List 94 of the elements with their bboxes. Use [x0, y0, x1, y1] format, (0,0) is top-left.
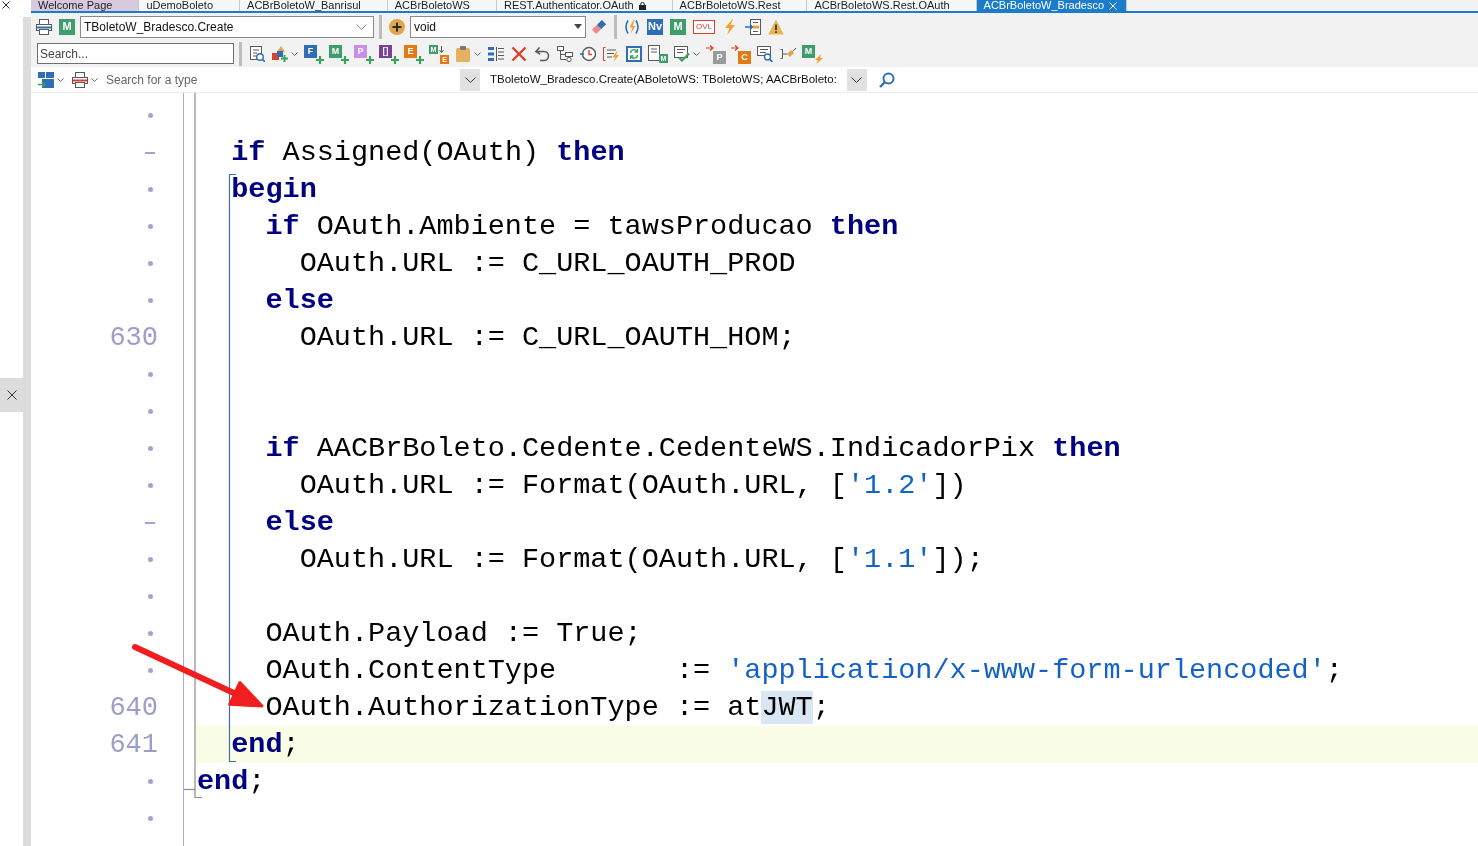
- dot-icon: [148, 261, 153, 266]
- code-line: if AACBrBoleto.Cedente.CedenteWS.IndicadorPix then: [265, 432, 1121, 465]
- plus-icon: [316, 55, 324, 64]
- dropdown-button[interactable]: [460, 68, 480, 91]
- bolt-tile-button[interactable]: M: [801, 42, 823, 65]
- dot-icon: [148, 372, 153, 377]
- code-line: OAuth.AuthorizationType := atJWT;: [265, 691, 830, 724]
- plug-icon: [780, 45, 796, 62]
- close-icon: [1109, 1, 1118, 10]
- lightning-icon: [722, 18, 738, 35]
- comment-search-icon: [757, 45, 773, 62]
- dash-icon: [145, 151, 155, 154]
- dash-icon: [145, 521, 155, 524]
- arrow-icon: [439, 45, 444, 53]
- dot-icon: [148, 483, 153, 488]
- eraser-icon: [591, 18, 607, 35]
- parentheses-lightning-icon: [624, 18, 640, 35]
- line-number: 641: [109, 729, 158, 760]
- printer-icon: [36, 18, 52, 35]
- list-icon: [488, 45, 504, 62]
- warning-icon: [768, 18, 784, 35]
- plus-icon: [391, 55, 399, 64]
- refresh-icon: [626, 45, 642, 62]
- type-combo[interactable]: void: [410, 15, 586, 38]
- caret-icon: [693, 51, 700, 56]
- dot-icon: [148, 631, 153, 636]
- arrow-icon: [706, 44, 714, 51]
- close-icon: [2, 1, 10, 9]
- caret-icon: [57, 77, 64, 82]
- shapes-add-icon: [272, 45, 288, 62]
- code-line: begin: [231, 173, 317, 206]
- method-combo[interactable]: TBoletoW_Bradesco.Create: [80, 15, 374, 38]
- dot-icon: [148, 409, 153, 414]
- close-icon: [6, 390, 17, 400]
- search-icon: [878, 71, 895, 88]
- member-combo[interactable]: TBoletoW_Bradesco.Create(ABoletoWS: TBoletoWS; AACBrBoleto:: [484, 68, 843, 91]
- line-number: 640: [109, 692, 158, 723]
- caret-icon: [356, 23, 367, 30]
- caret-icon: [91, 77, 98, 82]
- code-line: else: [265, 506, 334, 539]
- import-document-icon: [745, 18, 761, 35]
- dot-icon: [148, 187, 153, 192]
- document-icon: [648, 44, 660, 61]
- add-circle-icon: [389, 18, 405, 35]
- plus-icon: [366, 55, 374, 64]
- add-tile-button[interactable]: M: [328, 42, 350, 65]
- dropdown-button[interactable]: [846, 68, 867, 91]
- add-tile-button[interactable]: E: [403, 42, 425, 65]
- layout-icon: [38, 71, 54, 88]
- dot-icon: [148, 298, 153, 303]
- lightning-icon: [815, 53, 823, 64]
- caret-icon: [574, 24, 582, 29]
- letter-tile: M: [59, 18, 75, 35]
- dot-icon: [148, 594, 153, 599]
- dot-icon: [148, 779, 153, 784]
- list-lightning-icon: [603, 45, 619, 62]
- dot-icon: [148, 446, 153, 451]
- code-line: OAuth.URL := Format(OAuth.URL, ['1.1']);: [299, 543, 984, 576]
- add-tile-button[interactable]: []: [378, 42, 400, 65]
- dot-icon: [148, 816, 153, 821]
- caret-icon: [474, 51, 481, 56]
- dot-icon: [148, 113, 153, 118]
- arrow-icon: [731, 44, 739, 51]
- code-line: OAuth.Payload := True;: [265, 617, 642, 650]
- clipboard-icon: [455, 45, 471, 62]
- code-line: if OAuth.Ambiente = tawsProducao then: [265, 210, 899, 243]
- tree-icon: [557, 45, 573, 62]
- dot-icon: [148, 668, 153, 673]
- undo-icon: [534, 45, 550, 62]
- code-line: if Assigned(OAuth) then: [231, 136, 625, 169]
- caret-icon: [291, 51, 298, 56]
- code-line: end;: [231, 728, 300, 761]
- check-document-icon: [674, 45, 690, 62]
- code-line: OAuth.URL := Format(OAuth.URL, ['1.2']): [299, 469, 967, 502]
- history-icon: [580, 45, 596, 62]
- caret-icon: [464, 76, 476, 83]
- line-number: 630: [109, 322, 158, 353]
- add-tile-button[interactable]: F: [303, 42, 325, 65]
- dot-icon: [148, 224, 153, 229]
- document-search-icon: [249, 45, 265, 62]
- arrow-tile-button[interactable]: C: [730, 42, 752, 65]
- code-line: else: [265, 284, 334, 317]
- code-line: OAuth.ContentType := 'application/x-www-form-urlencoded';: [265, 654, 1343, 687]
- code-line: OAuth.URL := C_URL_OAUTH_HOM;: [299, 321, 796, 354]
- caret-icon: [851, 76, 863, 83]
- code-line: end;: [197, 765, 266, 798]
- dot-icon: [148, 557, 153, 562]
- arrow-tile-button[interactable]: P: [705, 42, 727, 65]
- plus-icon: [416, 55, 424, 64]
- printer-icon: [72, 71, 88, 88]
- delete-icon: [511, 45, 527, 62]
- plus-icon: [341, 55, 349, 64]
- search-field[interactable]: Search...: [37, 43, 234, 64]
- code-line: OAuth.URL := C_URL_OAUTH_PROD: [299, 247, 796, 280]
